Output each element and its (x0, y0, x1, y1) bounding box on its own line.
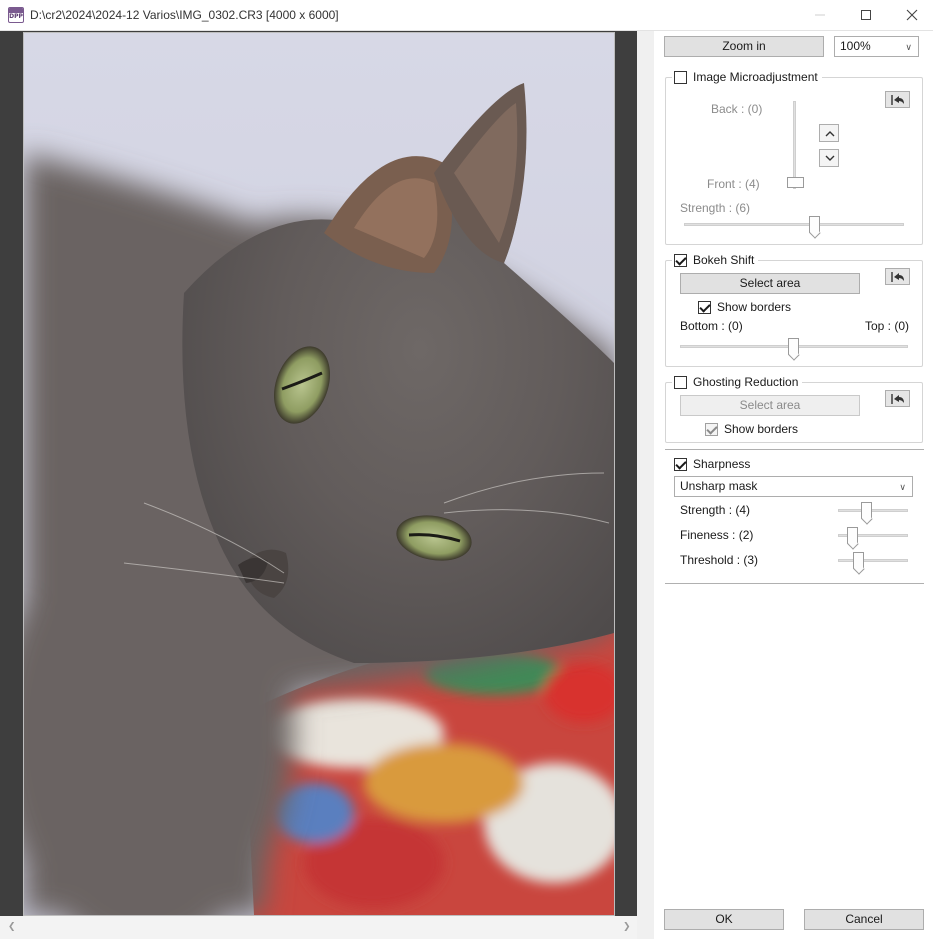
zoom-value: 100% (840, 39, 871, 53)
fineness-label: Fineness : (2) (680, 528, 754, 542)
section-divider (665, 583, 924, 584)
front-label: Front : (4) (707, 177, 760, 191)
chevron-left-icon[interactable]: ❮ (8, 921, 16, 932)
sharpness-strength-label: Strength : (4) (680, 503, 751, 517)
threshold-track (838, 559, 908, 562)
sharpness-strength-thumb[interactable] (861, 502, 872, 519)
sharpness-mode-select[interactable]: Unsharp mask ∨ (674, 476, 913, 497)
app-icon: DPP (8, 7, 24, 23)
focus-up-button[interactable] (819, 124, 839, 142)
bokeh-shift-checkbox[interactable] (674, 253, 687, 267)
bokeh-shift-thumb[interactable] (788, 338, 799, 355)
focus-slider-thumb[interactable] (787, 177, 804, 188)
sharpness-mode-value: Unsharp mask (680, 479, 758, 493)
ghosting-reset-button[interactable] (885, 390, 910, 407)
chevron-down-icon: ∨ (899, 482, 906, 492)
preview-vertical-scrollbar[interactable] (637, 31, 654, 916)
ghosting-reduction-checkbox[interactable] (674, 375, 687, 389)
image-preview-area[interactable] (0, 31, 637, 916)
ghosting-show-borders-label: Show borders (724, 422, 799, 436)
chevron-up-icon (825, 131, 835, 137)
micro-strength-track (684, 223, 904, 226)
maximize-button[interactable] (843, 0, 889, 30)
bokeh-show-borders-label: Show borders (717, 300, 792, 314)
ghosting-show-borders-checkbox[interactable] (705, 422, 718, 436)
chevron-down-icon (825, 155, 835, 161)
focus-down-button[interactable] (819, 149, 839, 167)
ghosting-reduction-title: Ghosting Reduction (693, 375, 799, 389)
back-label: Back : (0) (711, 102, 763, 116)
bokeh-reset-button[interactable] (885, 268, 910, 285)
sharpness-strength-track (838, 509, 908, 512)
sharpness-header[interactable]: Sharpness (672, 456, 755, 472)
micro-strength-label: Strength : (6) (680, 201, 751, 215)
microadjustment-header[interactable]: Image Microadjustment (672, 69, 822, 85)
preview-horizontal-scrollbar[interactable]: ❮ ❯ (0, 916, 637, 939)
chevron-down-icon: ∨ (905, 42, 912, 52)
reset-icon (891, 95, 904, 105)
bokeh-select-area-button[interactable]: Select area (680, 273, 860, 294)
settings-panel: Zoom in 100% ∨ Image Microadjustment Bac… (654, 31, 933, 939)
ghosting-reduction-header[interactable]: Ghosting Reduction (672, 374, 803, 390)
chevron-right-icon[interactable]: ❯ (623, 921, 631, 932)
zoom-in-button[interactable]: Zoom in (664, 36, 824, 57)
ghosting-select-area-button[interactable]: Select area (680, 395, 860, 416)
bokeh-shift-header[interactable]: Bokeh Shift (672, 252, 759, 268)
microadjustment-title: Image Microadjustment (693, 70, 818, 84)
sharpness-checkbox[interactable] (674, 457, 687, 471)
reset-icon (891, 272, 904, 282)
micro-strength-thumb[interactable] (809, 216, 820, 233)
threshold-label: Threshold : (3) (680, 553, 759, 567)
section-divider (665, 449, 924, 450)
bokeh-show-borders[interactable]: Show borders (698, 299, 792, 315)
reset-icon (891, 394, 904, 404)
maximize-icon (861, 10, 871, 20)
minimize-icon (815, 14, 825, 16)
microadjustment-reset-button[interactable] (885, 91, 910, 108)
bokeh-bottom-label: Bottom : (0) (680, 319, 743, 333)
window-title: D:\cr2\2024\2024-12 Varios\IMG_0302.CR3 … (30, 8, 339, 22)
minimize-button[interactable] (797, 0, 843, 30)
app-icon-text: DPP (9, 13, 23, 20)
bokeh-shift-title: Bokeh Shift (693, 253, 755, 267)
ghosting-show-borders[interactable]: Show borders (705, 421, 799, 437)
focus-slider-track (793, 101, 796, 189)
fineness-thumb[interactable] (847, 527, 858, 544)
zoom-select[interactable]: 100% ∨ (834, 36, 919, 57)
threshold-thumb[interactable] (853, 552, 864, 569)
ok-button[interactable]: OK (664, 909, 784, 930)
photo-preview[interactable] (23, 32, 615, 916)
sharpness-title: Sharpness (693, 457, 751, 471)
close-button[interactable] (889, 0, 933, 30)
bokeh-top-label: Top : (0) (865, 319, 910, 333)
bokeh-show-borders-checkbox[interactable] (698, 300, 711, 314)
cancel-button[interactable]: Cancel (804, 909, 924, 930)
title-bar: DPP D:\cr2\2024\2024-12 Varios\IMG_0302.… (0, 0, 933, 31)
close-icon (906, 9, 918, 21)
microadjustment-checkbox[interactable] (674, 70, 687, 84)
